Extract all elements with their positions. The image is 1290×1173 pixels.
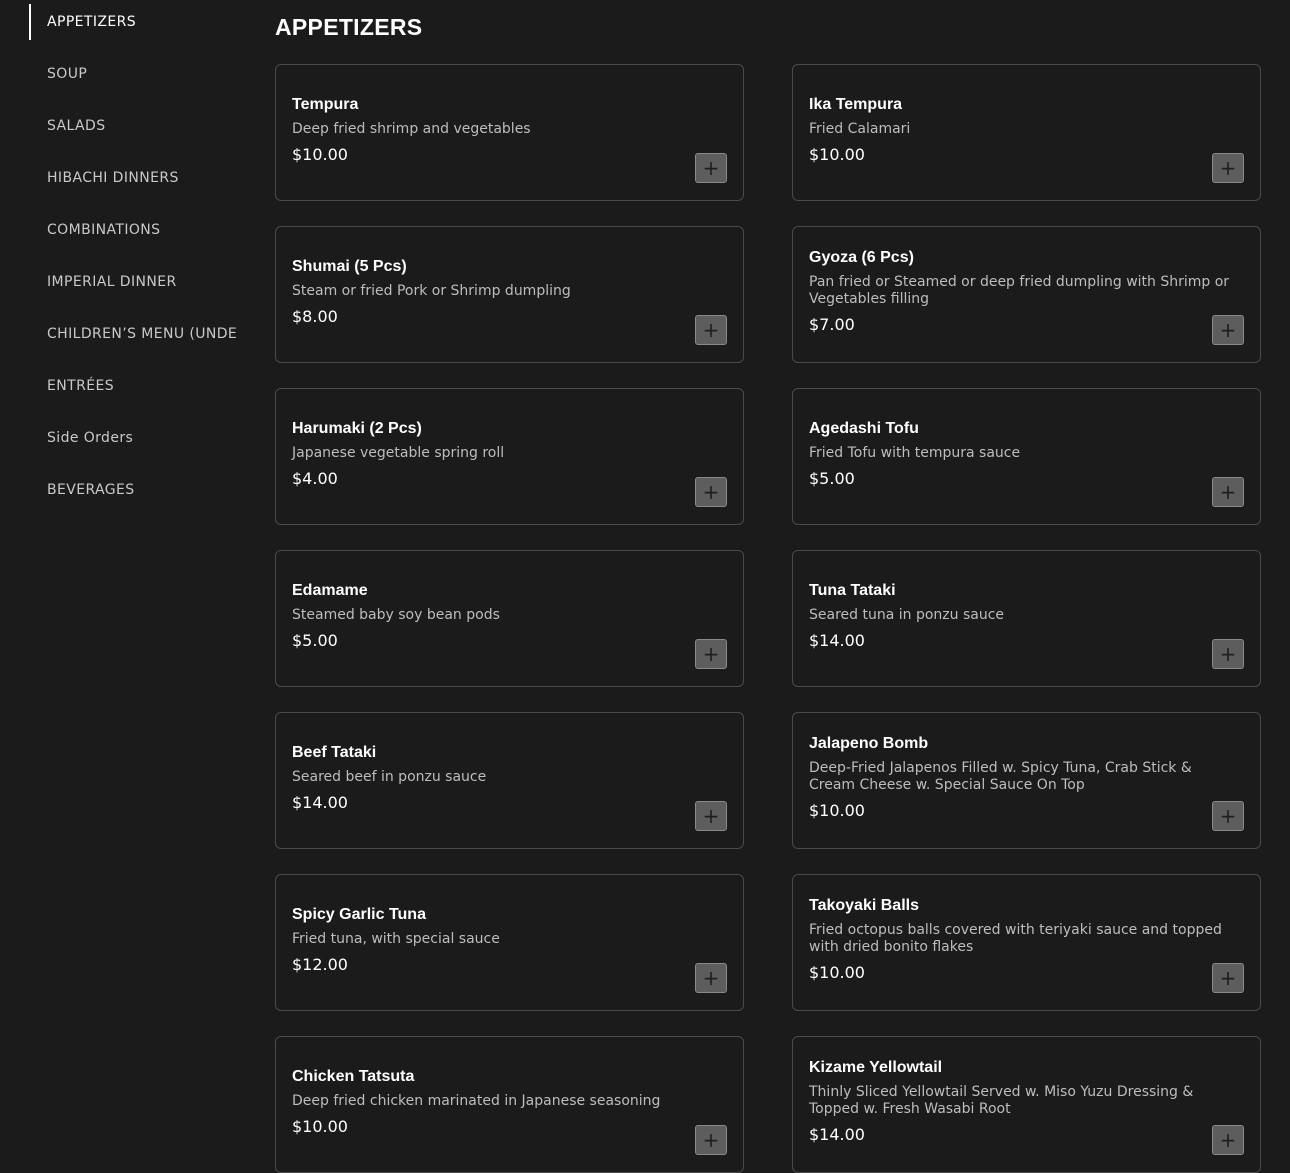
item-description: Deep-Fried Jalapenos Filled w. Spicy Tun…: [809, 760, 1192, 793]
menu-item-card: Spicy Garlic Tuna Fried tuna, with speci…: [275, 874, 744, 1011]
add-to-cart-button[interactable]: +: [1212, 1125, 1244, 1155]
menu-grid: Tempura Deep fried shrimp and vegetables…: [275, 64, 1261, 1173]
plus-icon: +: [1219, 803, 1237, 828]
item-description: Fried Calamari: [809, 120, 911, 137]
add-to-cart-button[interactable]: +: [1212, 315, 1244, 345]
sidebar-item-combinations[interactable]: COMBINATIONS: [29, 212, 244, 248]
menu-item-card: Jalapeno Bomb Deep-Fried Jalapenos Fille…: [792, 712, 1261, 849]
item-price: $10.00: [292, 1116, 348, 1136]
item-description: Deep fried shrimp and vegetables: [292, 120, 531, 137]
item-description: Thinly Sliced Yellowtail Served w. Miso …: [809, 1084, 1194, 1117]
item-description: Fried octopus balls covered with teriyak…: [809, 922, 1222, 955]
item-price: $8.00: [292, 306, 338, 326]
menu-item-card: Kizame Yellowtail Thinly Sliced Yellowta…: [792, 1036, 1261, 1173]
menu-item-card: Shumai (5 Pcs) Steam or fried Pork or Sh…: [275, 226, 744, 363]
item-name: Edamame: [292, 581, 368, 599]
item-name: Tempura: [292, 95, 359, 113]
item-price: $14.00: [809, 1125, 865, 1144]
plus-icon: +: [702, 155, 720, 180]
item-price: $10.00: [809, 963, 865, 982]
menu-item-card: Tempura Deep fried shrimp and vegetables…: [275, 64, 744, 201]
sidebar-item-side-orders[interactable]: Side Orders: [29, 420, 244, 456]
menu-item-card: Beef Tataki Seared beef in ponzu sauce $…: [275, 712, 744, 849]
item-description: Seared tuna in ponzu sauce: [809, 606, 1005, 623]
item-name: Takoyaki Balls: [809, 897, 919, 914]
item-description: Fried tuna, with special sauce: [292, 930, 500, 947]
plus-icon: +: [702, 965, 720, 990]
item-name: Gyoza (6 Pcs): [809, 249, 914, 266]
category-sidebar: APPETIZERS SOUP SALADS HIBACHI DINNERS C…: [29, 4, 244, 524]
sidebar-item-appetizers[interactable]: APPETIZERS: [29, 4, 244, 40]
sidebar-item-imperial-dinner[interactable]: IMPERIAL DINNER: [29, 264, 244, 300]
item-price: $5.00: [292, 630, 338, 650]
add-to-cart-button[interactable]: +: [695, 477, 727, 507]
menu-item-card: Chicken Tatsuta Deep fried chicken marin…: [275, 1036, 744, 1173]
sidebar-item-salads[interactable]: SALADS: [29, 108, 244, 144]
item-name: Harumaki (2 Pcs): [292, 419, 422, 437]
item-name: Agedashi Tofu: [809, 419, 919, 437]
add-to-cart-button[interactable]: +: [1212, 639, 1244, 669]
add-to-cart-button[interactable]: +: [1212, 963, 1244, 993]
item-name: Shumai (5 Pcs): [292, 257, 407, 275]
item-price: $7.00: [809, 315, 855, 334]
item-name: Jalapeno Bomb: [809, 735, 929, 752]
item-description: Pan fried or Steamed or deep fried dumpl…: [809, 274, 1230, 307]
item-description: Seared beef in ponzu sauce: [292, 768, 487, 785]
menu-item-card: Gyoza (6 Pcs) Pan fried or Steamed or de…: [792, 226, 1261, 363]
item-price: $14.00: [809, 630, 865, 650]
menu-item-card: Takoyaki Balls Fried octopus balls cover…: [792, 874, 1261, 1011]
item-name: Beef Tataki: [292, 743, 377, 761]
sidebar-item-beverages[interactable]: BEVERAGES: [29, 472, 244, 508]
plus-icon: +: [1219, 1127, 1237, 1152]
menu-item-card: Harumaki (2 Pcs) Japanese vegetable spri…: [275, 388, 744, 525]
item-description: Deep fried chicken marinated in Japanese…: [292, 1092, 661, 1109]
item-price: $10.00: [809, 801, 865, 820]
item-price: $5.00: [809, 468, 855, 488]
item-description: Steam or fried Pork or Shrimp dumpling: [292, 282, 571, 299]
plus-icon: +: [702, 803, 720, 828]
item-price: $12.00: [292, 954, 348, 974]
item-description: Japanese vegetable spring roll: [292, 444, 505, 461]
menu-item-card: Edamame Steamed baby soy bean pods $5.00…: [275, 550, 744, 687]
add-to-cart-button[interactable]: +: [695, 153, 727, 183]
plus-icon: +: [1219, 317, 1237, 342]
section-title: APPETIZERS: [275, 14, 423, 40]
plus-icon: +: [702, 317, 720, 342]
sidebar-item-hibachi-dinners[interactable]: HIBACHI DINNERS: [29, 160, 244, 196]
add-to-cart-button[interactable]: +: [1212, 801, 1244, 831]
sidebar-item-entrees[interactable]: ENTRÉES: [29, 368, 244, 404]
item-price: $10.00: [292, 144, 348, 164]
menu-item-card: Tuna Tataki Seared tuna in ponzu sauce $…: [792, 550, 1261, 687]
item-description: Steamed baby soy bean pods: [292, 606, 500, 623]
item-name: Chicken Tatsuta: [292, 1067, 415, 1085]
add-to-cart-button[interactable]: +: [695, 315, 727, 345]
item-name: Ika Tempura: [809, 95, 903, 113]
plus-icon: +: [702, 641, 720, 666]
add-to-cart-button[interactable]: +: [1212, 153, 1244, 183]
add-to-cart-button[interactable]: +: [1212, 477, 1244, 507]
item-price: $10.00: [809, 144, 865, 164]
plus-icon: +: [1219, 155, 1237, 180]
plus-icon: +: [702, 479, 720, 504]
add-to-cart-button[interactable]: +: [695, 801, 727, 831]
plus-icon: +: [702, 1127, 720, 1152]
add-to-cart-button[interactable]: +: [695, 963, 727, 993]
menu-item-card: Agedashi Tofu Fried Tofu with tempura sa…: [792, 388, 1261, 525]
add-to-cart-button[interactable]: +: [695, 639, 727, 669]
add-to-cart-button[interactable]: +: [695, 1125, 727, 1155]
sidebar-item-childrens-menu[interactable]: CHILDREN’S MENU (UNDE: [29, 316, 244, 352]
item-price: $14.00: [292, 792, 348, 812]
item-name: Kizame Yellowtail: [809, 1059, 943, 1076]
item-name: Tuna Tataki: [809, 581, 896, 599]
plus-icon: +: [1219, 479, 1237, 504]
item-price: $4.00: [292, 468, 338, 488]
item-description: Fried Tofu with tempura sauce: [809, 444, 1021, 461]
plus-icon: +: [1219, 965, 1237, 990]
item-name: Spicy Garlic Tuna: [292, 905, 426, 923]
plus-icon: +: [1219, 641, 1237, 666]
menu-item-card: Ika Tempura Fried Calamari $10.00 +: [792, 64, 1261, 201]
sidebar-item-soup[interactable]: SOUP: [29, 56, 244, 92]
